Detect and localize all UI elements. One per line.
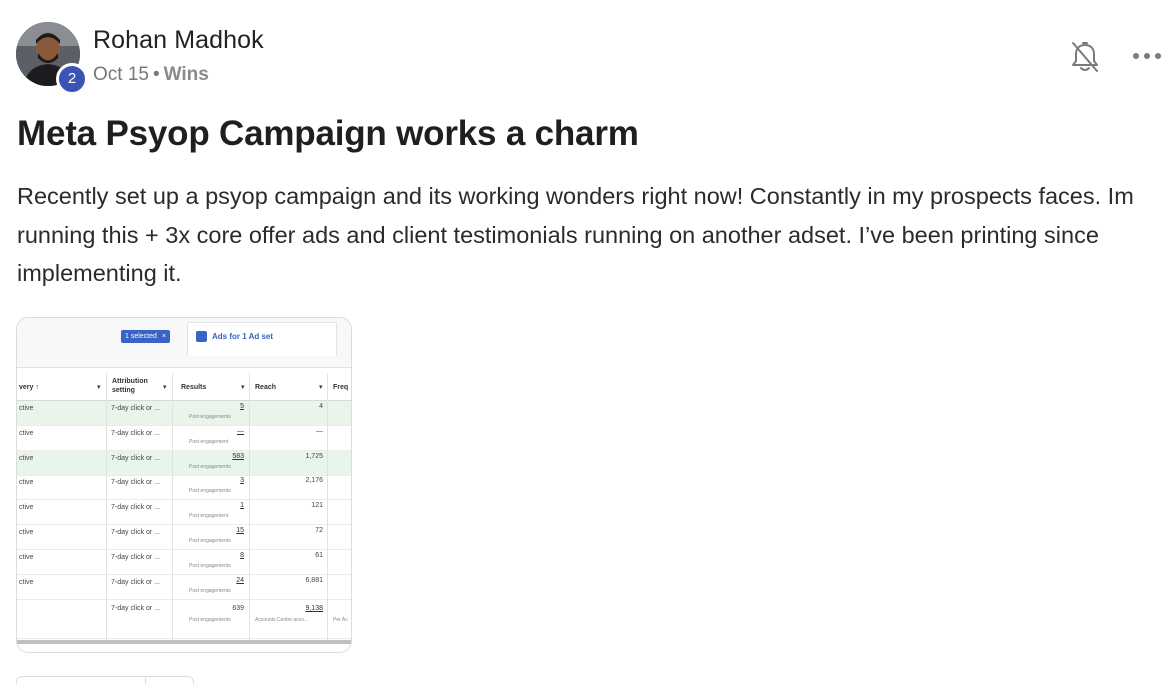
post-body: Recently set up a psyop campaign and its… <box>17 183 1134 286</box>
table-row: ctive 7-day click or ... 24 Post engagement… <box>17 575 351 600</box>
ads-tab: Ads for 1 Ad set <box>187 322 337 356</box>
column-divider <box>172 373 173 643</box>
cell-delivery: ctive <box>19 529 34 536</box>
cell-delivery: ctive <box>19 479 34 487</box>
table-total-row: 7-day click or ... 639 Post engagements 9,1… <box>17 599 351 640</box>
post-category[interactable]: Wins <box>164 64 209 85</box>
header-delivery: very ↑ <box>19 384 39 391</box>
sort-caret-icon: ▾ <box>319 384 323 391</box>
table-row: ctive 7-day click or ... 15 Post engagement… <box>17 525 351 550</box>
sort-caret-icon: ▾ <box>97 384 101 391</box>
cell-attribution: 7-day click or ... <box>111 429 161 437</box>
cell-attribution: 7-day click or ... <box>111 529 161 536</box>
table-header: very ↑ ▾ Attribution setting ▾ Results ▾… <box>17 373 351 401</box>
column-divider <box>106 373 107 643</box>
post-date: Oct 15 <box>93 64 149 85</box>
cell-result-sub: Post engagements <box>189 414 231 420</box>
more-horizontal-icon[interactable] <box>1130 45 1164 67</box>
total-result-sub: Post engagements <box>189 617 231 624</box>
cell-result-sub: Post engagements <box>189 587 231 594</box>
table-row: ctive 7-day click or ... 583 Post engagemen… <box>17 450 351 476</box>
cell-result: 15 <box>236 527 244 534</box>
cell-attribution: 7-day click or ... <box>111 578 161 586</box>
column-divider <box>249 373 250 643</box>
cell-delivery: ctive <box>19 504 34 512</box>
cell-result-sub: Post engagements <box>189 562 231 569</box>
reaction-bar[interactable] <box>16 676 194 684</box>
ads-tab-label: Ads for 1 Ad set <box>212 332 274 341</box>
total-result: 639 <box>232 605 244 613</box>
cell-reach: 61 <box>315 551 323 559</box>
table-scrollbar <box>17 640 351 644</box>
cell-delivery: ctive <box>19 454 34 462</box>
cell-attribution: 7-day click or ... <box>111 454 161 462</box>
cell-result: 583 <box>232 452 244 460</box>
author-avatar-wrap[interactable]: 2 <box>16 22 88 95</box>
cell-attribution: 7-day click or ... <box>111 405 161 412</box>
table-row: ctive 7-day click or ... 3 Post engagements… <box>17 475 351 501</box>
cell-result-sub: Post engagement <box>189 438 229 445</box>
cell-result: — <box>237 427 244 435</box>
sort-caret-icon: ▾ <box>241 384 245 391</box>
cell-delivery: ctive <box>19 553 34 561</box>
ad-icon <box>196 331 207 342</box>
meta-separator: • <box>152 64 160 85</box>
table-row: ctive 7-day click or ... — Post engagement — <box>17 426 351 451</box>
ads-toolbar: 1 selected × Ads for 1 Ad set <box>17 318 351 368</box>
cell-delivery: ctive <box>19 578 34 586</box>
cell-result: 5 <box>240 403 244 410</box>
cell-attribution: 7-day click or ... <box>111 504 161 512</box>
post-meta: Oct 15 • Wins <box>93 64 209 86</box>
selected-chip-label: 1 selected <box>125 333 157 340</box>
cell-reach: 2,176 <box>305 477 323 485</box>
cell-delivery: ctive <box>19 405 34 412</box>
cell-result: 24 <box>236 576 244 584</box>
cell-reach: 6,881 <box>305 576 323 584</box>
cell-result: 8 <box>240 551 244 559</box>
sort-caret-icon: ▾ <box>163 384 167 391</box>
selected-chip: 1 selected × <box>121 330 171 343</box>
cell-reach: — <box>316 427 323 435</box>
cell-result-sub: Post engagements <box>189 488 231 495</box>
post-card: 2 Rohan Madhok Oct 15 • Wins Meta Psyop Ca… <box>0 0 1172 684</box>
author-name[interactable]: Rohan Madhok <box>93 26 264 55</box>
header-reach: Reach <box>255 384 277 391</box>
cell-attribution: 7-day click or ... <box>111 479 161 487</box>
cell-reach: 121 <box>311 502 323 510</box>
header-frequency: Freq <box>333 384 349 391</box>
level-badge: 2 <box>56 63 88 95</box>
post-title: Meta Psyop Campaign works a charm <box>17 114 639 153</box>
total-reach: 9,138 <box>305 605 323 613</box>
chip-close-icon: × <box>161 333 167 340</box>
cell-attribution: 7-day click or ... <box>111 553 161 561</box>
cell-result: 3 <box>240 477 244 485</box>
cell-reach: 1,725 <box>305 452 323 460</box>
cell-reach: 4 <box>319 403 323 410</box>
bell-muted-icon[interactable] <box>1068 39 1102 75</box>
image-attachment[interactable]: 1 selected × Ads for 1 Ad set very ↑ ▾ At… <box>16 317 352 653</box>
header-results: Results <box>181 384 207 391</box>
total-reach-sub: Accounts Centre acco... <box>255 617 309 624</box>
table-row: ctive 7-day click or ... 5 Post engagements… <box>17 401 351 426</box>
cell-result-sub: Post engagement <box>189 513 229 520</box>
total-freq-sub: Per Ac <box>333 617 348 624</box>
cell-result: 1 <box>240 502 244 510</box>
cell-reach: 72 <box>315 527 323 534</box>
header-attribution: Attribution setting <box>112 378 148 394</box>
cell-result-sub: Post engagements <box>189 463 231 470</box>
cell-delivery: ctive <box>19 429 34 437</box>
table-row: ctive 7-day click or ... 1 Post engagement 1… <box>17 500 351 526</box>
column-divider <box>327 373 328 643</box>
table-row: ctive 7-day click or ... 8 Post engagements… <box>17 550 351 575</box>
cell-result-sub: Post engagements <box>189 538 231 544</box>
total-attribution: 7-day click or ... <box>111 605 161 613</box>
